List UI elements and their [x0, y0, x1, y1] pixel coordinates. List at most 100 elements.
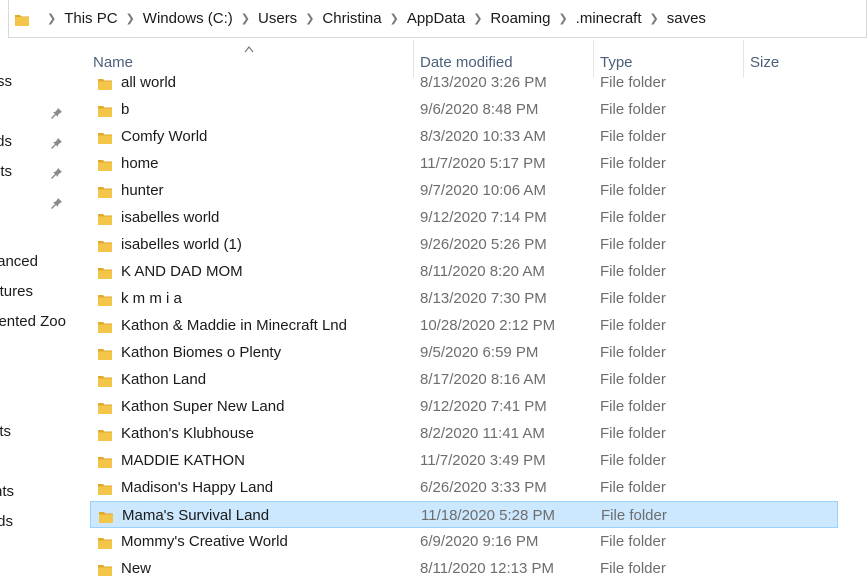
column-header-date-modified[interactable]: Date modified: [420, 54, 513, 71]
file-type: File folder: [600, 425, 666, 442]
breadcrumb-users[interactable]: Users: [258, 10, 297, 27]
folder-icon: [98, 104, 112, 117]
chevron-right-icon[interactable]: ❯: [558, 12, 567, 25]
file-row[interactable]: b 9/6/2020 8:48 PM File folder: [90, 96, 838, 123]
file-row[interactable]: MADDIE KATHON 11/7/2020 3:49 PM File folde…: [90, 447, 838, 474]
file-row[interactable]: Madison's Happy Land 6/26/2020 3:33 PM Fil…: [90, 474, 838, 501]
file-row[interactable]: isabelles world (1) 9/26/2020 5:26 PM File…: [90, 231, 838, 258]
breadcrumb-christina[interactable]: Christina: [322, 10, 381, 27]
file-date-modified: 8/17/2020 8:16 AM: [420, 371, 546, 388]
file-row[interactable]: Kathon & Maddie in Minecraft Lnd 10/28/20…: [90, 312, 838, 339]
file-name: isabelles world: [121, 209, 220, 226]
column-header-size[interactable]: Size: [750, 54, 779, 71]
chevron-right-icon[interactable]: ❯: [390, 12, 399, 25]
file-date-modified: 11/7/2020 3:49 PM: [420, 452, 546, 469]
file-name: Kathon & Maddie in Minecraft Lnd: [121, 317, 347, 334]
column-divider[interactable]: [413, 40, 414, 78]
breadcrumb-appdata[interactable]: AppData: [407, 10, 465, 27]
column-divider[interactable]: [593, 40, 594, 78]
file-name: Madison's Happy Land: [121, 479, 274, 496]
file-type: File folder: [600, 290, 666, 307]
folder-icon: [98, 401, 112, 414]
folder-icon: [98, 482, 112, 495]
folder-icon: [98, 266, 112, 279]
file-row[interactable]: Mommy's Creative World 6/9/2020 9:16 PM Fi…: [90, 528, 838, 555]
file-type: File folder: [600, 398, 666, 415]
file-date-modified: 8/11/2020 12:13 PM: [420, 560, 554, 577]
file-name: K AND DAD MOM: [121, 263, 243, 280]
chevron-right-icon[interactable]: ❯: [305, 12, 314, 25]
folder-icon: [98, 131, 112, 144]
breadcrumb-minecraft[interactable]: .minecraft: [576, 10, 642, 27]
file-name: Kathon Super New Land: [121, 398, 285, 415]
file-row[interactable]: Comfy World 8/3/2020 10:33 AM File folder: [90, 123, 838, 150]
pin-icon: [51, 166, 63, 179]
file-name: home: [121, 155, 159, 172]
file-type: File folder: [600, 155, 666, 172]
chevron-right-icon[interactable]: ❯: [126, 12, 135, 25]
file-row[interactable]: Mama's Survival Land 11/18/2020 5:28 PM Fi…: [90, 501, 838, 528]
pin-icon: [51, 106, 63, 119]
folder-icon: [98, 293, 112, 306]
file-type: File folder: [600, 560, 666, 577]
file-name: MADDIE KATHON: [121, 452, 245, 469]
file-type: File folder: [600, 344, 666, 361]
file-row[interactable]: New 8/11/2020 12:13 PM File folder: [90, 555, 838, 581]
file-name: k m m i a: [121, 290, 182, 307]
chevron-right-icon[interactable]: ❯: [650, 12, 659, 25]
file-row[interactable]: Kathon Biomes o Plenty 9/5/2020 6:59 PM Fi…: [90, 339, 838, 366]
file-row[interactable]: k m m i a 8/13/2020 7:30 PM File folder: [90, 285, 838, 312]
column-header-type[interactable]: Type: [600, 54, 633, 71]
column-divider[interactable]: [743, 40, 744, 78]
file-type: File folder: [600, 533, 666, 550]
file-date-modified: 6/9/2020 9:16 PM: [420, 533, 539, 550]
folder-icon: [15, 13, 29, 26]
folder-icon: [98, 212, 112, 225]
file-row[interactable]: hunter 9/7/2020 10:06 AM File folder: [90, 177, 838, 204]
file-row[interactable]: Kathon's Klubhouse 8/2/2020 11:41 AM File …: [90, 420, 838, 447]
file-type: File folder: [601, 507, 667, 524]
address-bar[interactable]: ❯ This PC ❯ Windows (C:) ❯ Users ❯ Chris…: [8, 0, 867, 38]
file-date-modified: 11/18/2020 5:28 PM: [421, 507, 555, 524]
file-date-modified: 9/5/2020 6:59 PM: [420, 344, 539, 361]
file-type: File folder: [600, 101, 666, 118]
file-name: hunter: [121, 182, 164, 199]
file-list: all world 8/13/2020 3:26 PM File folder b 9/…: [90, 76, 838, 581]
file-name: b: [121, 101, 130, 118]
column-header-name[interactable]: Name: [93, 54, 133, 71]
chevron-right-icon[interactable]: ❯: [241, 12, 250, 25]
file-type: File folder: [600, 76, 666, 91]
file-name: all world: [121, 76, 177, 91]
file-type: File folder: [600, 209, 666, 226]
file-date-modified: 10/28/2020 2:12 PM: [420, 317, 556, 334]
breadcrumb-roaming[interactable]: Roaming: [490, 10, 550, 27]
file-row[interactable]: Kathon Super New Land 9/12/2020 7:41 PM Fi…: [90, 393, 838, 420]
chevron-right-icon[interactable]: ❯: [47, 12, 56, 25]
file-type: File folder: [600, 317, 666, 334]
file-type: File folder: [600, 128, 666, 145]
chevron-right-icon[interactable]: ❯: [473, 12, 482, 25]
breadcrumb-windows-c[interactable]: Windows (C:): [143, 10, 233, 27]
file-date-modified: 8/11/2020 8:20 AM: [420, 263, 545, 280]
folder-icon: [98, 347, 112, 360]
file-row[interactable]: isabelles world 9/12/2020 7:14 PM File fol…: [90, 204, 838, 231]
folder-icon: [98, 563, 112, 576]
file-row[interactable]: K AND DAD MOM 8/11/2020 8:20 AM File folde…: [90, 258, 838, 285]
folder-icon: [98, 455, 112, 468]
folder-icon: [98, 158, 112, 171]
file-type: File folder: [600, 182, 666, 199]
breadcrumb-this-pc[interactable]: This PC: [64, 10, 117, 27]
breadcrumb-saves[interactable]: saves: [667, 10, 706, 27]
file-name: New: [121, 560, 152, 577]
file-date-modified: 9/7/2020 10:06 AM: [420, 182, 546, 199]
folder-icon: [98, 320, 112, 333]
column-header-row: Name Date modified Type Size: [72, 38, 867, 76]
file-row[interactable]: all world 8/13/2020 3:26 PM File folder: [90, 76, 838, 96]
file-date-modified: 9/6/2020 8:48 PM: [420, 101, 539, 118]
file-row[interactable]: Kathon Land 8/17/2020 8:16 AM File folder: [90, 366, 838, 393]
folder-icon: [98, 185, 112, 198]
file-name: Kathon Land: [121, 371, 207, 388]
file-row[interactable]: home 11/7/2020 5:17 PM File folder: [90, 150, 838, 177]
file-name: Mommy's Creative World: [121, 533, 288, 550]
file-date-modified: 6/26/2020 3:33 PM: [420, 479, 547, 496]
